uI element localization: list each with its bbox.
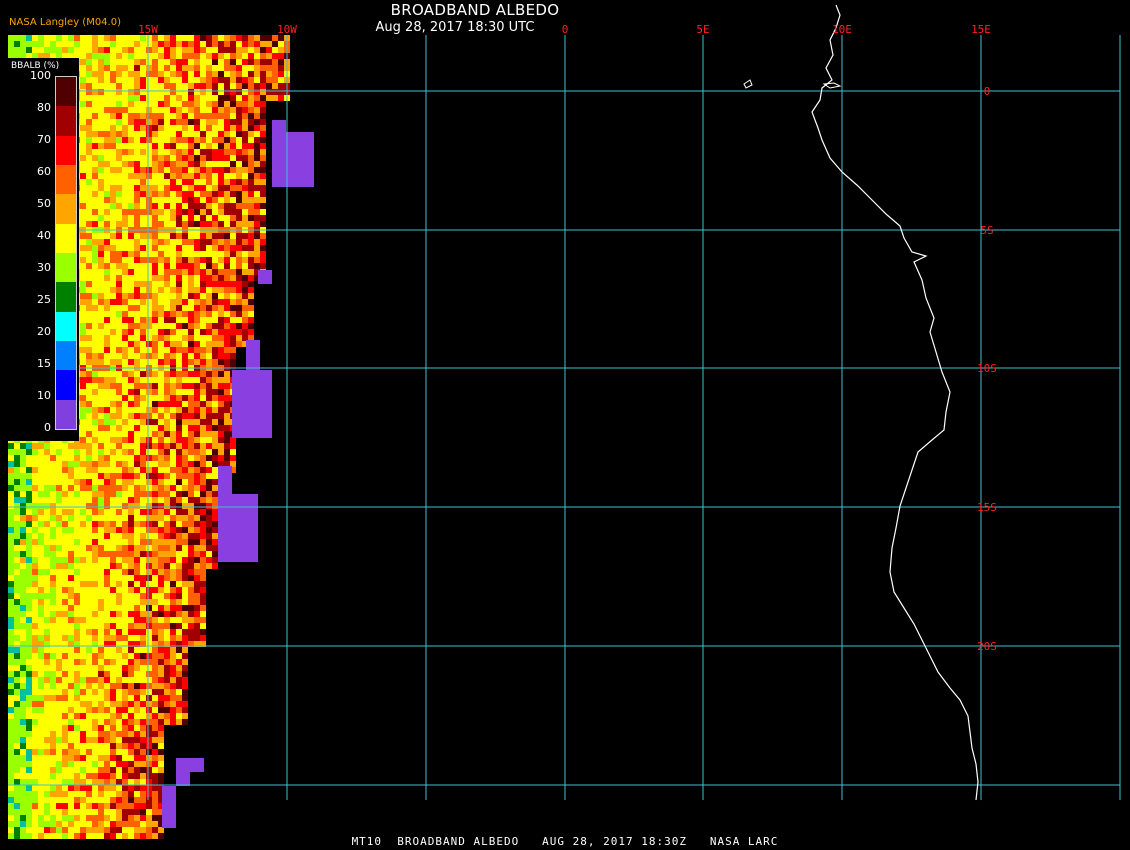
legend-swatch: [56, 165, 76, 195]
no-data-patch: [232, 370, 272, 438]
no-data-patch: [272, 120, 286, 132]
no-data-patch: [272, 132, 314, 187]
legend-tick-label: 20: [37, 325, 51, 338]
legend-swatch: [56, 341, 76, 371]
legend-tick-label: 25: [37, 293, 51, 306]
legend-swatch: [56, 135, 76, 166]
no-data-patch: [176, 772, 190, 786]
legend-swatch: [56, 223, 76, 254]
no-data-patch: [258, 270, 272, 284]
legend-swatch: [56, 282, 76, 313]
legend-swatch: [56, 311, 76, 342]
legend-tick-label: 70: [37, 133, 51, 146]
map-datetime: Aug 28, 2017 18:30 UTC: [375, 20, 535, 35]
legend-tick-label: 60: [37, 165, 51, 178]
color-legend: BBALB (%) 100 80 70 60 50 40 30 25 20 15 10 0: [7, 58, 79, 441]
legend-tick-label: 10: [37, 389, 51, 402]
legend-swatch: [56, 253, 76, 283]
no-data-patch: [246, 340, 260, 370]
legend-tick-label: 30: [37, 261, 51, 274]
legend-tick-label: 0: [44, 421, 51, 434]
latitude-label: 5S: [980, 224, 993, 237]
no-data-patch: [176, 758, 204, 772]
map-title: BROADBAND ALBEDO: [390, 1, 560, 19]
legend-swatch: [56, 77, 76, 107]
no-data-patch: [218, 466, 232, 494]
producer-label: NASA Langley (M04.0): [9, 17, 121, 28]
footer-caption: MT10 BROADBAND ALBEDO AUG 28, 2017 18:30…: [351, 835, 779, 848]
legend-colorbar: [55, 76, 77, 430]
legend-swatch: [56, 194, 76, 225]
legend-tick-label: 50: [37, 197, 51, 210]
legend-tick-label: 80: [37, 101, 51, 114]
legend-tick-label: 100: [30, 69, 51, 82]
legend-tick-label: 40: [37, 229, 51, 242]
no-data-patch: [218, 494, 258, 562]
map-canvas: 15W 10W 0 5E 10E 15E05S10S15S20S: [0, 0, 1130, 850]
legend-tick-label: 15: [37, 357, 51, 370]
latitude-label: 20S: [977, 640, 997, 653]
legend-swatch: [56, 399, 76, 430]
no-data-patch: [162, 786, 176, 828]
legend-swatch: [56, 106, 76, 137]
latitude-label: 10S: [977, 362, 997, 375]
legend-swatch: [56, 370, 76, 401]
latitude-label: 0: [984, 85, 991, 98]
latitude-label: 15S: [977, 501, 997, 514]
